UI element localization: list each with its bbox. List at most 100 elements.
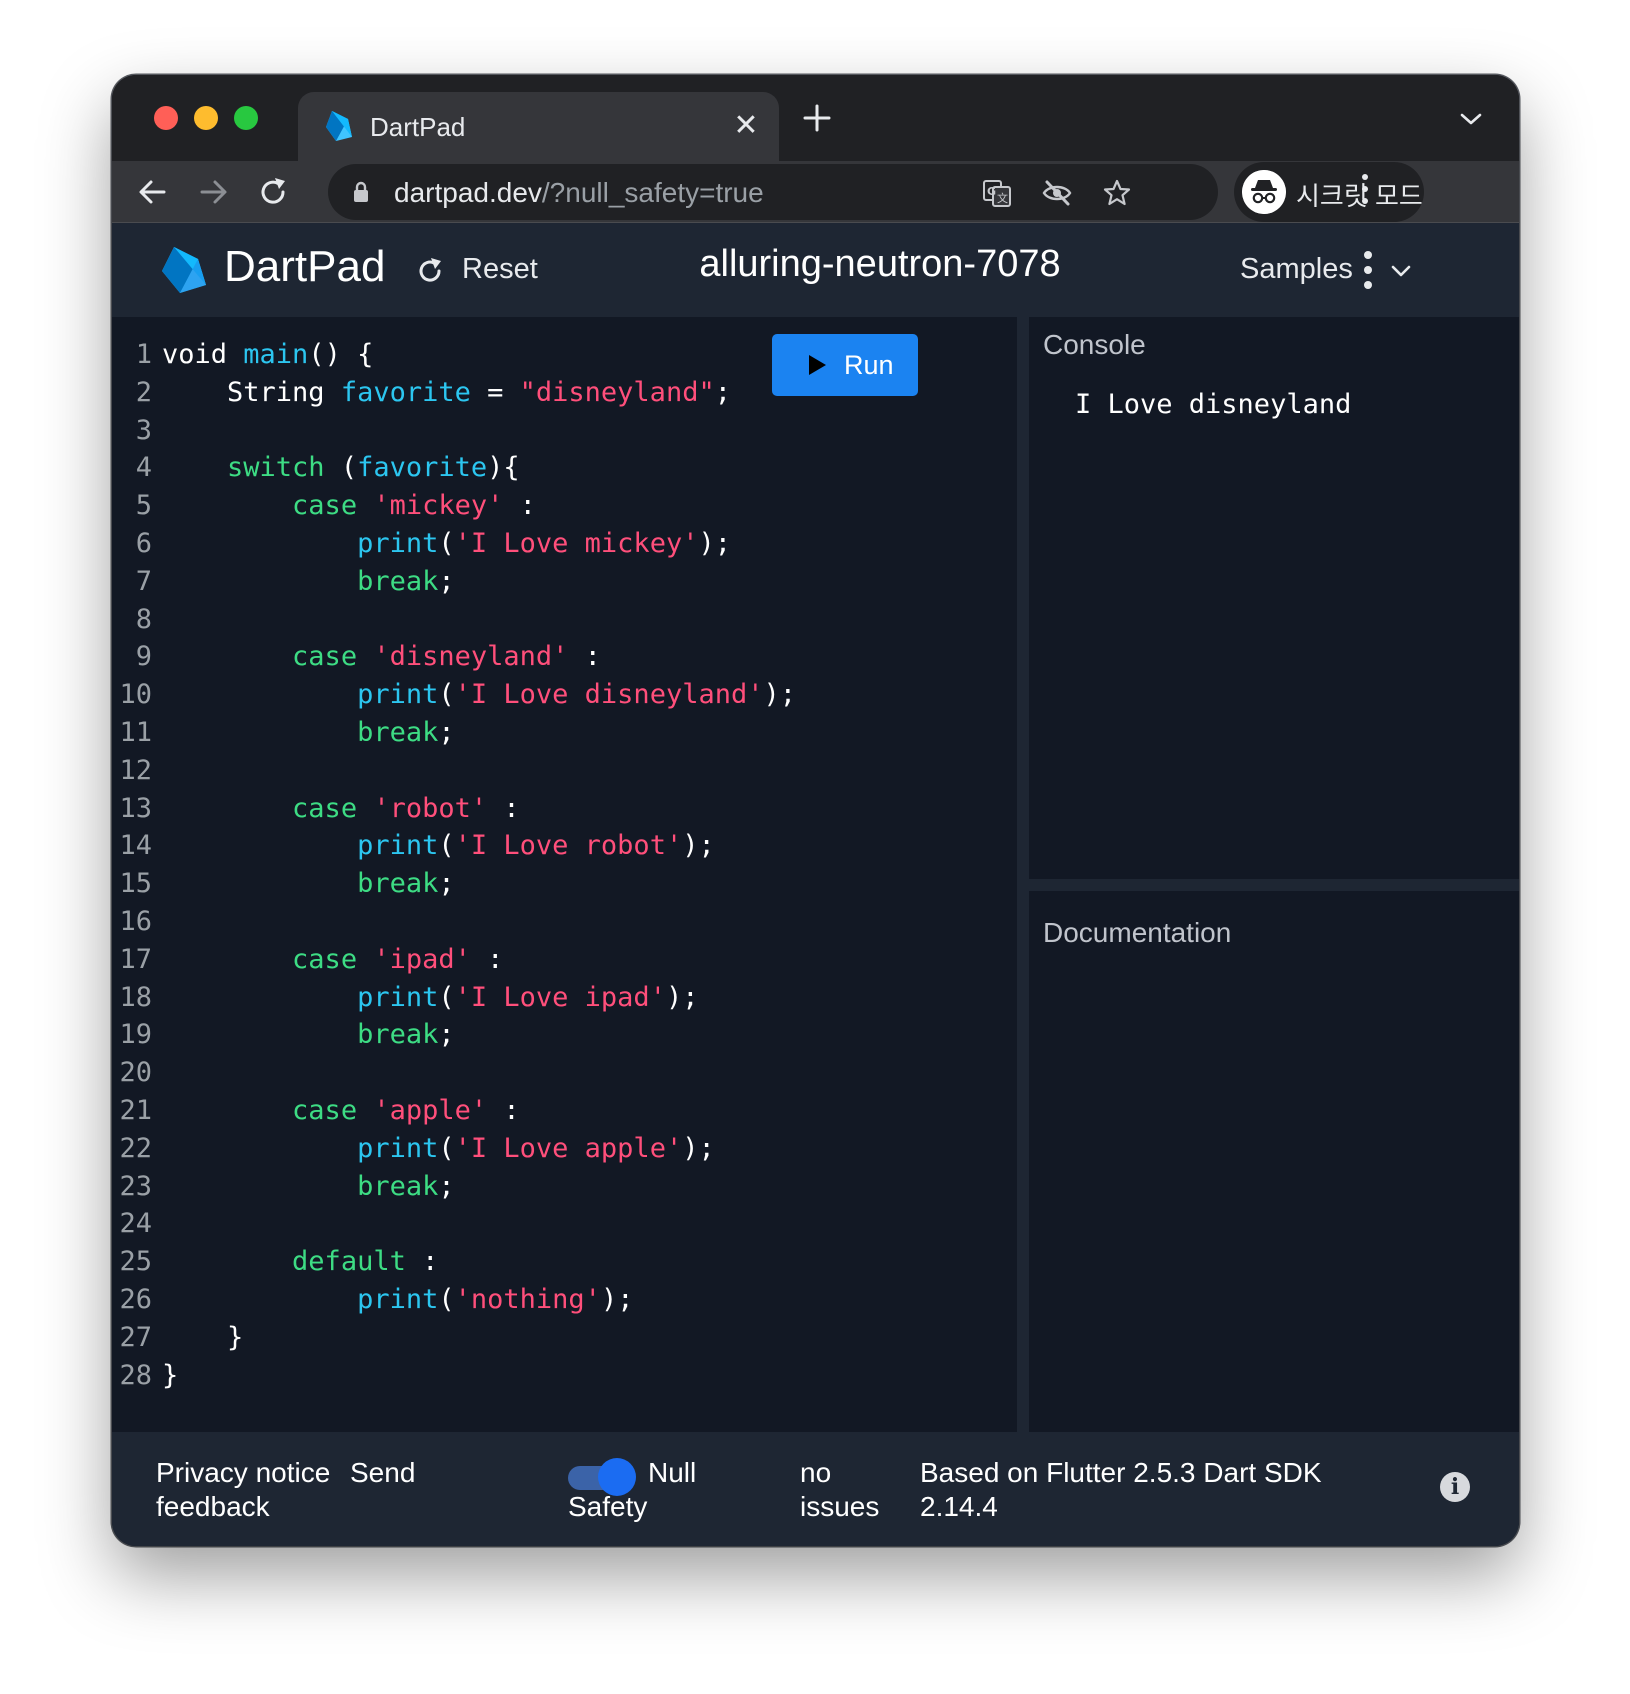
- line-code[interactable]: break;: [162, 865, 455, 903]
- code-line[interactable]: 17 case 'ipad' :: [112, 941, 796, 979]
- line-code[interactable]: break;: [162, 1168, 455, 1206]
- line-code[interactable]: case 'ipad' :: [162, 941, 503, 979]
- privacy-notice-link[interactable]: Privacy notice: [156, 1456, 330, 1490]
- code-editor[interactable]: 1 void main() {2 String favorite = "disne…: [112, 317, 1017, 1432]
- tab-dartpad[interactable]: DartPad ✕: [298, 92, 779, 161]
- code-line[interactable]: 21 case 'apple' :: [112, 1092, 796, 1130]
- info-icon[interactable]: i: [1440, 1472, 1470, 1502]
- code-line[interactable]: 12: [112, 752, 796, 790]
- app-menu-icon[interactable]: [1364, 251, 1372, 295]
- vertical-splitter[interactable]: [1017, 317, 1029, 1432]
- line-code[interactable]: case 'mickey' :: [162, 487, 536, 525]
- code-line[interactable]: 19 break;: [112, 1016, 796, 1054]
- line-code[interactable]: break;: [162, 714, 455, 752]
- minimize-window-button[interactable]: [194, 106, 218, 130]
- documentation-panel: Documentation: [1029, 891, 1519, 1432]
- code-line[interactable]: 28}: [112, 1357, 796, 1395]
- issues-status[interactable]: no: [800, 1456, 831, 1490]
- url-text[interactable]: dartpad.dev/?null_safety=true: [394, 177, 764, 209]
- documentation-title: Documentation: [1043, 917, 1232, 948]
- line-code[interactable]: String favorite = "disneyland";: [162, 374, 731, 412]
- line-number: 28: [119, 1359, 152, 1391]
- code-line[interactable]: 25 default :: [112, 1243, 796, 1281]
- line-number: 16: [119, 905, 152, 937]
- code-token: (: [438, 1283, 455, 1315]
- visibility-off-icon[interactable]: [1042, 178, 1072, 208]
- code-line[interactable]: 3: [112, 412, 796, 450]
- code-line[interactable]: 23 break;: [112, 1168, 796, 1206]
- line-code[interactable]: print('I Love disneyland');: [162, 676, 796, 714]
- code-line[interactable]: 6 print('I Love mickey');: [112, 525, 796, 563]
- code-token: main: [243, 339, 309, 370]
- forward-icon[interactable]: [196, 175, 230, 209]
- bookmark-star-icon[interactable]: [1102, 178, 1132, 208]
- line-code[interactable]: }: [162, 1357, 178, 1395]
- line-code[interactable]: print('I Love mickey');: [162, 525, 731, 563]
- code-line[interactable]: 18 print('I Love ipad');: [112, 979, 796, 1017]
- issues-status-2[interactable]: issues: [800, 1490, 879, 1524]
- code-line[interactable]: 8: [112, 601, 796, 639]
- code-line[interactable]: 14 print('I Love robot');: [112, 827, 796, 865]
- line-number: 25: [119, 1246, 152, 1278]
- line-number: 9: [135, 641, 152, 673]
- tab-search-chevron-icon[interactable]: [1458, 109, 1484, 129]
- code-line[interactable]: 26 print('nothing');: [112, 1281, 796, 1319]
- line-code[interactable]: break;: [162, 1016, 455, 1054]
- run-button[interactable]: Run: [772, 334, 918, 396]
- line-code[interactable]: print('I Love robot');: [162, 827, 715, 865]
- line-code[interactable]: switch (favorite){: [162, 449, 520, 487]
- send-feedback-link[interactable]: feedback: [156, 1490, 270, 1524]
- pad-title[interactable]: alluring-neutron-7078: [660, 243, 1100, 286]
- code-token: case: [292, 792, 358, 824]
- address-bar[interactable]: dartpad.dev/?null_safety=true G 文: [328, 164, 1218, 220]
- reload-icon[interactable]: [256, 175, 290, 209]
- code-line[interactable]: 16: [112, 903, 796, 941]
- translate-icon[interactable]: G 文: [982, 178, 1012, 208]
- code-token: 'I Love disneyland': [454, 679, 764, 711]
- back-icon[interactable]: [136, 175, 170, 209]
- console-panel: Console I Love disneyland: [1029, 317, 1519, 879]
- line-code[interactable]: print('nothing');: [162, 1281, 633, 1319]
- line-code[interactable]: case 'disneyland' :: [162, 638, 601, 676]
- line-code[interactable]: void main() {: [162, 336, 373, 374]
- code-line[interactable]: 7 break;: [112, 563, 796, 601]
- browser-menu-icon[interactable]: [1362, 174, 1370, 210]
- code-line[interactable]: 11 break;: [112, 714, 796, 752]
- code-line[interactable]: 5 case 'mickey' :: [112, 487, 796, 525]
- code-line[interactable]: 24: [112, 1205, 796, 1243]
- code-token: print: [357, 1132, 439, 1164]
- code-line[interactable]: 20: [112, 1054, 796, 1092]
- line-code[interactable]: case 'robot' :: [162, 790, 520, 828]
- chevron-down-icon[interactable]: [1390, 263, 1412, 279]
- lock-icon[interactable]: [352, 181, 370, 203]
- code-line[interactable]: 13 case 'robot' :: [112, 790, 796, 828]
- line-number: 15: [119, 868, 152, 900]
- code-line[interactable]: 4 switch (favorite){: [112, 449, 796, 487]
- line-code[interactable]: print('I Love ipad');: [162, 979, 698, 1017]
- incognito-profile-button[interactable]: 시크릿 모드: [1234, 162, 1424, 222]
- line-code[interactable]: default :: [162, 1243, 438, 1281]
- line-code[interactable]: case 'apple' :: [162, 1092, 520, 1130]
- browser-window: DartPad ✕ dartpad.dev/?null_safety=true: [112, 75, 1519, 1546]
- line-code[interactable]: }: [162, 1319, 243, 1357]
- code-lines[interactable]: 1 void main() {2 String favorite = "disne…: [112, 336, 796, 1394]
- code-line[interactable]: 10 print('I Love disneyland');: [112, 676, 796, 714]
- code-line[interactable]: 22 print('I Love apple');: [112, 1130, 796, 1168]
- code-line[interactable]: 15 break;: [112, 865, 796, 903]
- code-line[interactable]: 9 case 'disneyland' :: [112, 638, 796, 676]
- line-code[interactable]: print('I Love apple');: [162, 1130, 715, 1168]
- line-number: 27: [119, 1321, 152, 1353]
- code-line[interactable]: 2 String favorite = "disneyland";: [112, 374, 796, 412]
- null-safety-toggle[interactable]: [568, 1458, 638, 1496]
- line-code[interactable]: break;: [162, 563, 455, 601]
- samples-dropdown[interactable]: Samples: [1240, 253, 1353, 286]
- horizontal-splitter[interactable]: [1029, 879, 1519, 891]
- maximize-window-button[interactable]: [234, 106, 258, 130]
- code-line[interactable]: 1 void main() {: [112, 336, 796, 374]
- send-feedback-link-send[interactable]: Send: [350, 1456, 415, 1490]
- close-window-button[interactable]: [154, 106, 178, 130]
- code-line[interactable]: 27 }: [112, 1319, 796, 1357]
- tab-close-icon[interactable]: ✕: [728, 106, 764, 146]
- new-tab-icon[interactable]: [802, 103, 832, 133]
